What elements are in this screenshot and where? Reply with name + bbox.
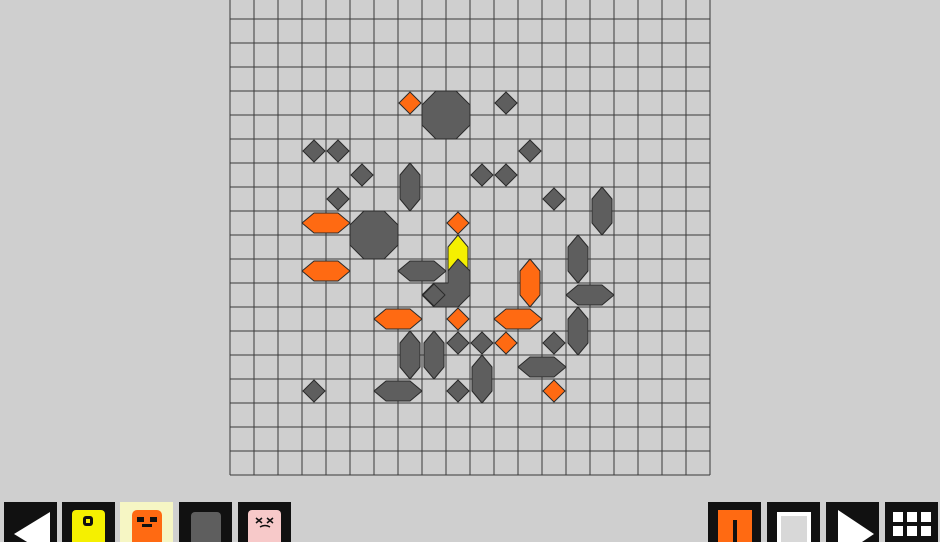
game-board[interactable]: [229, 0, 711, 476]
board-grid: [229, 0, 711, 476]
pink-character-button[interactable]: [238, 502, 291, 542]
grid-menu-icon: [893, 512, 931, 536]
orange-split-button[interactable]: [708, 502, 761, 542]
back-button[interactable]: [4, 502, 57, 542]
orange-character-button[interactable]: [120, 502, 173, 542]
back-arrow-icon: [14, 512, 50, 542]
play-icon: [838, 510, 874, 542]
yellow-character-icon: [72, 510, 105, 542]
stop-button[interactable]: [767, 502, 820, 542]
dark-octagon-piece[interactable]: [349, 210, 399, 260]
dark-block-icon: [191, 512, 221, 542]
orange-character-icon: [132, 510, 162, 542]
dark-octagon-piece[interactable]: [421, 90, 471, 140]
orange-split-icon: [718, 510, 752, 542]
stop-icon: [777, 512, 811, 542]
pink-character-icon: [248, 510, 281, 542]
yellow-character-button[interactable]: [62, 502, 115, 542]
menu-grid-button[interactable]: [885, 502, 938, 542]
play-button[interactable]: [826, 502, 879, 542]
dark-block-button[interactable]: [179, 502, 232, 542]
